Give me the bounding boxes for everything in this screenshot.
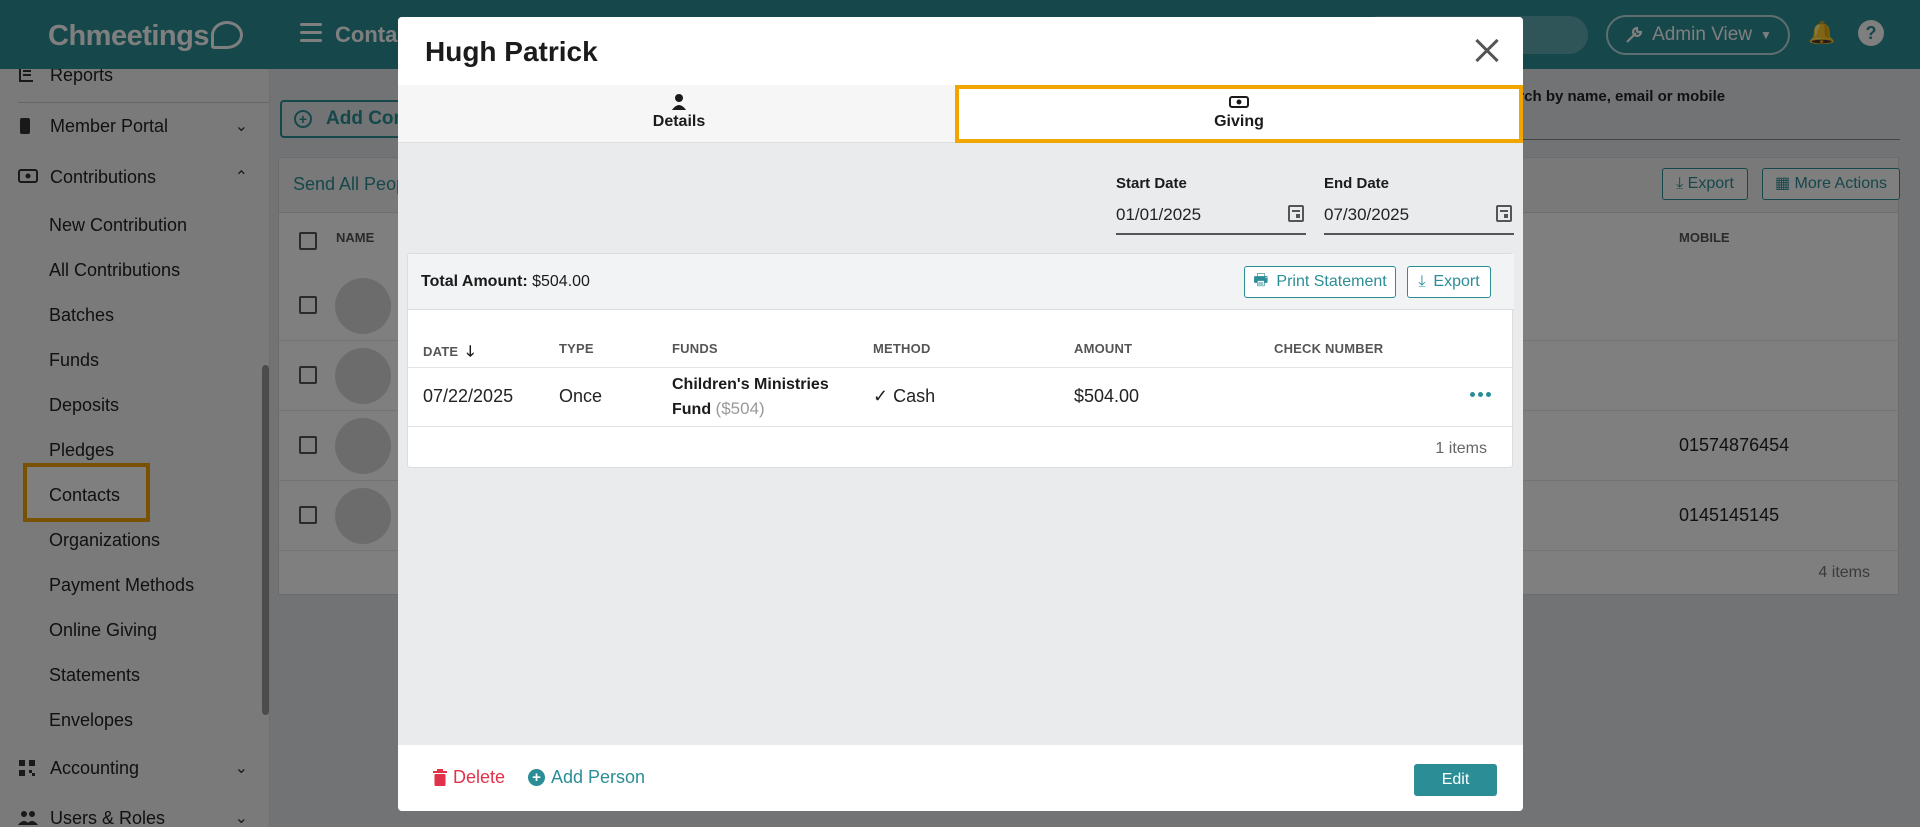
delete-label: Delete [453, 767, 506, 787]
tab-label: Giving [1214, 113, 1264, 130]
fund-name-cont: Fund [672, 401, 712, 418]
trash-icon [433, 769, 447, 786]
start-date-label: Start Date [1116, 175, 1187, 192]
print-statement-label: Print Statement [1276, 273, 1387, 290]
column-header-funds[interactable]: FUNDS [672, 341, 718, 356]
calendar-icon[interactable] [1288, 205, 1304, 222]
giving-table: Total Amount: $504.00 🖶 Print Statement … [407, 253, 1514, 468]
row-fund: Children's Ministries Fund ($504) [672, 373, 829, 422]
column-header-type[interactable]: TYPE [559, 341, 594, 356]
print-statement-button[interactable]: 🖶 Print Statement [1244, 266, 1396, 298]
total-amount: Total Amount: $504.00 [421, 273, 590, 291]
table-row[interactable]: 07/22/2025 Once Children's Ministries Fu… [408, 367, 1514, 427]
total-bar: Total Amount: $504.00 🖶 Print Statement … [408, 254, 1514, 310]
column-header-date[interactable]: DATE 🡓 [423, 341, 474, 366]
items-count: 1 items [1435, 440, 1487, 457]
column-header-check-number[interactable]: CHECK NUMBER [1274, 341, 1383, 356]
tab-details[interactable]: Details [398, 85, 960, 143]
check-icon: ✓ [873, 386, 889, 406]
row-amount: $504.00 [1074, 386, 1140, 406]
fund-amount: ($504) [715, 399, 765, 418]
download-icon: ⤓ [1418, 273, 1426, 290]
start-date-field[interactable]: 01/01/2025 [1116, 201, 1306, 235]
row-method: ✓ Cash [873, 386, 935, 407]
fund-name: Children's Ministries [672, 376, 829, 393]
total-value: $504.00 [532, 273, 590, 290]
column-label: DATE [423, 344, 459, 359]
more-options-icon[interactable] [1470, 392, 1491, 397]
add-person-button[interactable]: + Add Person [528, 767, 645, 788]
calendar-icon[interactable] [1496, 205, 1512, 222]
modal-header: Hugh Patrick [398, 17, 1523, 85]
arrow-down-icon: 🡓 [462, 343, 475, 360]
export-button[interactable]: ⤓ Export [1407, 266, 1491, 298]
start-date-value: 01/01/2025 [1116, 205, 1202, 224]
tab-label: Details [652, 113, 706, 130]
column-header-amount[interactable]: AMOUNT [1074, 341, 1132, 356]
export-label: Export [1433, 273, 1480, 290]
column-header-method[interactable]: METHOD [873, 341, 931, 356]
add-person-label: Add Person [551, 767, 646, 787]
method-label: Cash [893, 386, 936, 406]
end-date-field[interactable]: 07/30/2025 [1324, 201, 1514, 235]
end-date-value: 07/30/2025 [1324, 205, 1410, 224]
tab-giving[interactable]: Giving [955, 85, 1523, 143]
close-icon[interactable] [1470, 33, 1504, 67]
modal-footer: Delete + Add Person Edit [398, 745, 1523, 811]
modal-title: Hugh Patrick [425, 36, 598, 67]
modal-tabs: Details Giving [398, 85, 1523, 143]
edit-button[interactable]: Edit [1414, 764, 1497, 796]
money-icon [1229, 96, 1249, 108]
contact-modal: Hugh Patrick Details Giving Start Date 0… [398, 17, 1523, 811]
row-date: 07/22/2025 [423, 386, 514, 406]
person-icon [672, 94, 686, 110]
delete-button[interactable]: Delete [433, 767, 505, 788]
total-label: Total Amount: [421, 273, 528, 290]
printer-icon: 🖶 [1253, 271, 1269, 289]
end-date-label: End Date [1324, 175, 1390, 192]
plus-circle-icon: + [528, 769, 545, 786]
row-type: Once [559, 386, 603, 406]
